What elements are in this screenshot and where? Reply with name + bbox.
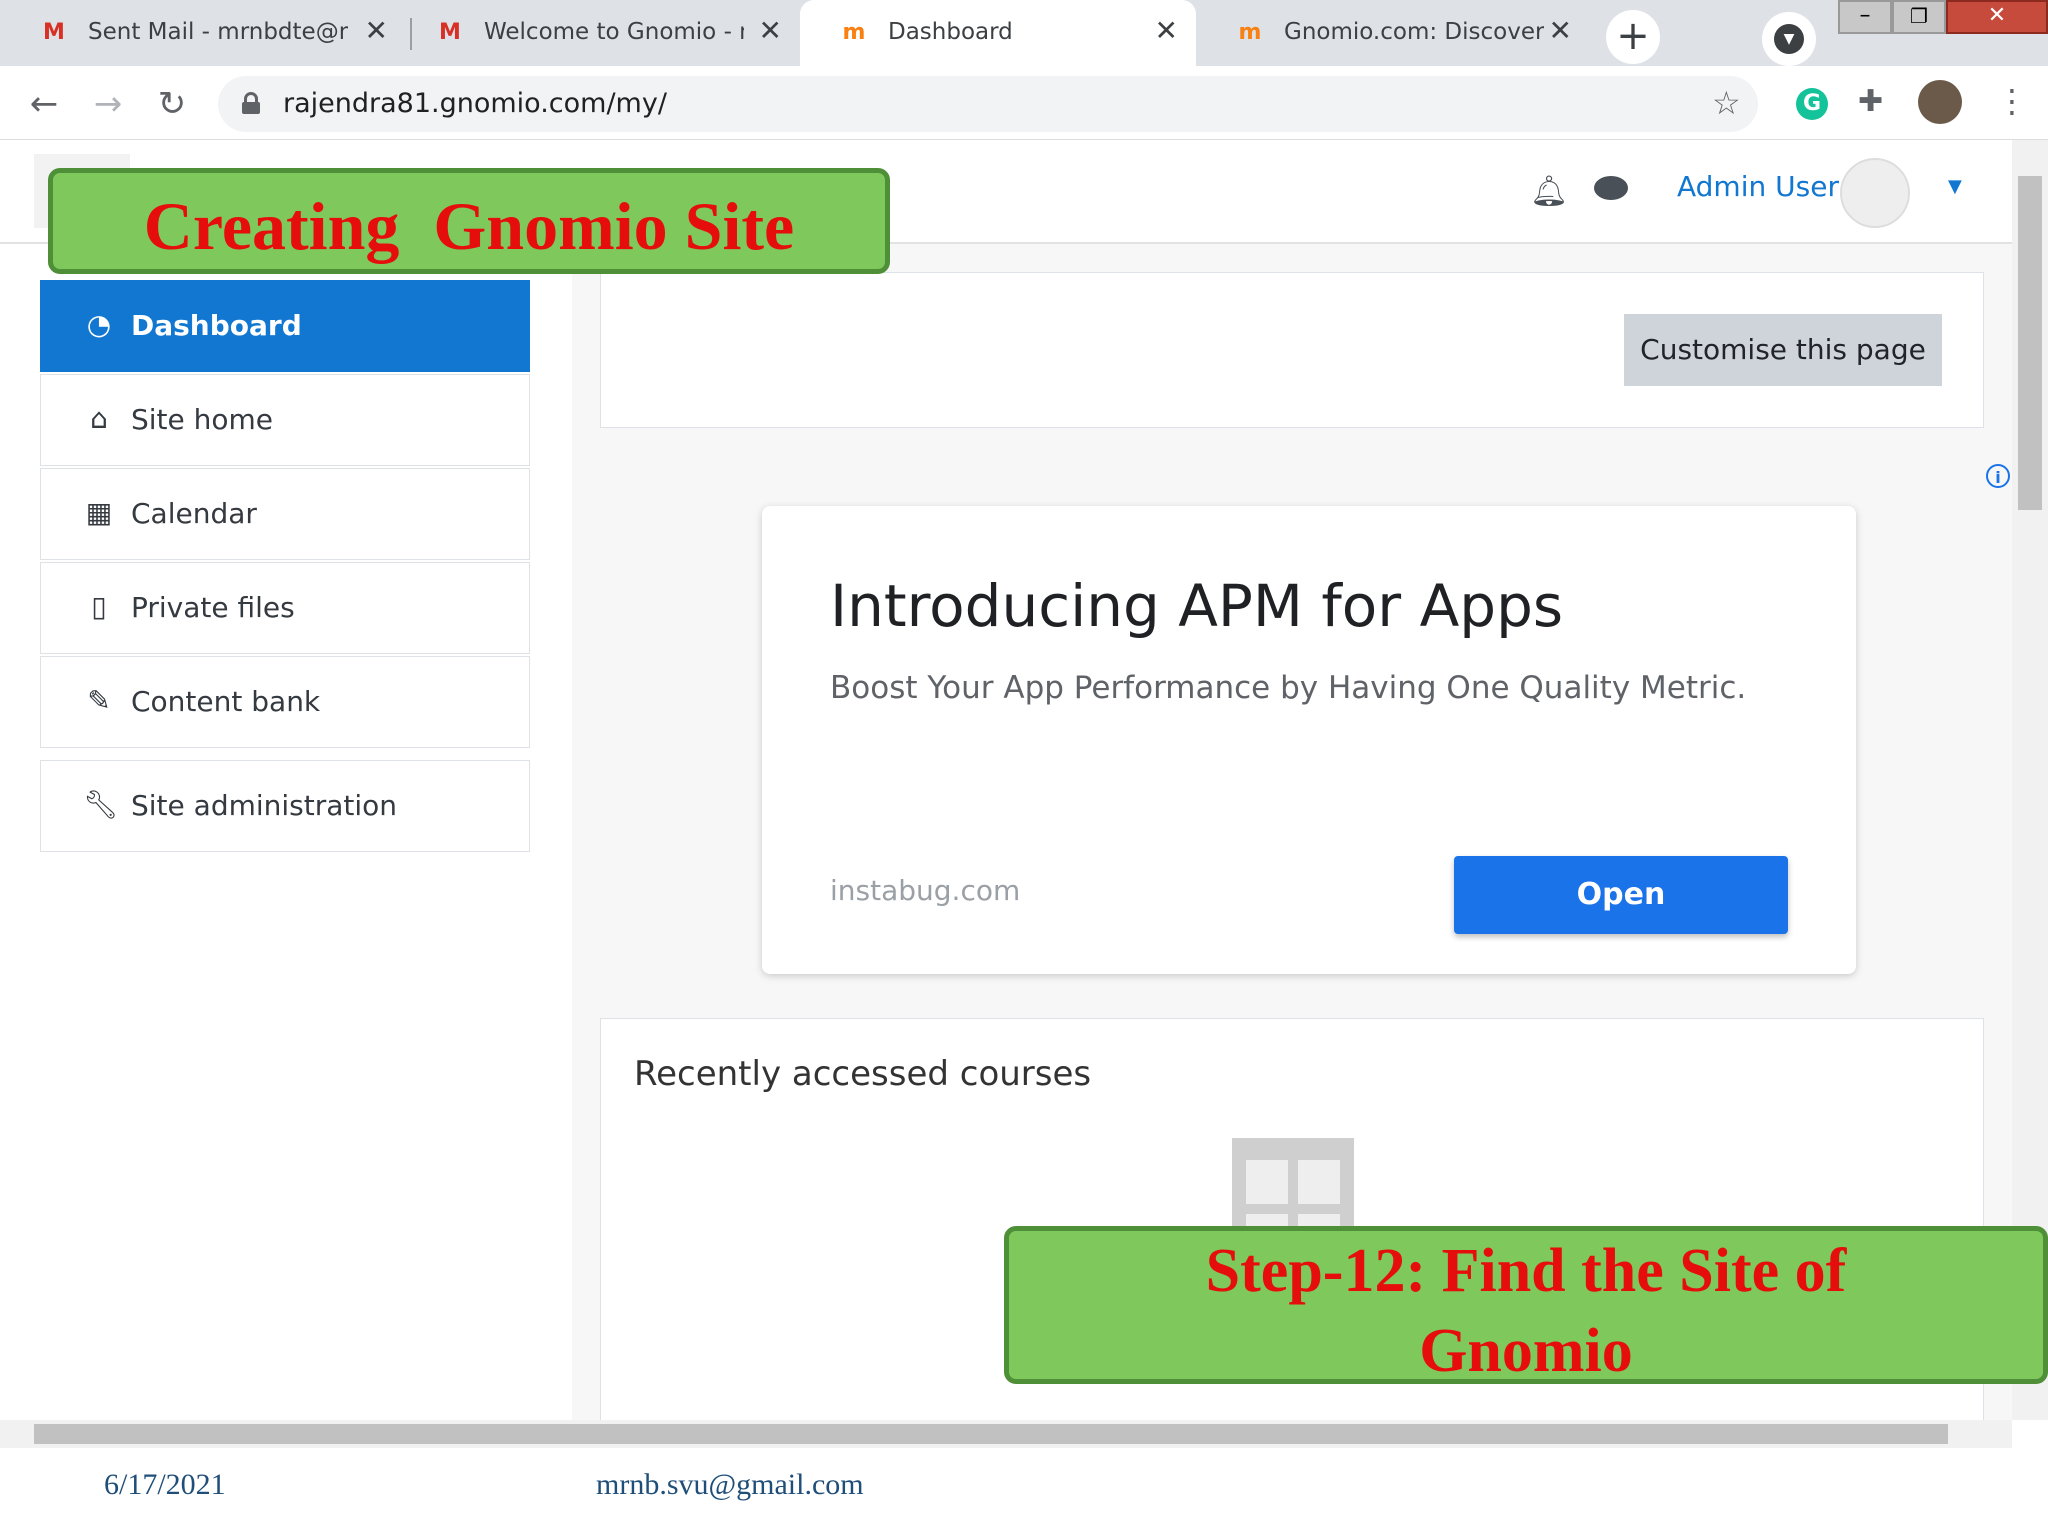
new-tab-button[interactable]: + xyxy=(1606,10,1660,64)
user-menu-caret-icon[interactable]: ▼ xyxy=(1948,176,1962,197)
messages-icon[interactable] xyxy=(1594,176,1628,200)
horizontal-scroll-thumb[interactable] xyxy=(34,1424,1948,1444)
restore-button[interactable]: ❐ xyxy=(1892,0,1946,34)
moodle-icon: m xyxy=(1238,20,1262,45)
nav-item-site-home[interactable]: ⌂ Site home xyxy=(40,374,530,466)
nav-item-dashboard[interactable]: ◔ Dashboard xyxy=(40,280,530,372)
ad-open-button[interactable]: Open xyxy=(1454,856,1788,934)
browser-menu-icon[interactable]: ⋮ xyxy=(1996,82,2028,120)
tab-dashboard[interactable]: m Dashboard ✕ xyxy=(800,0,1196,66)
wrench-icon: 🔧︎ xyxy=(83,788,119,821)
gmail-icon: M xyxy=(439,20,461,45)
close-tab-icon[interactable]: ✕ xyxy=(759,14,782,47)
gmail-icon: M xyxy=(43,20,65,45)
step-callout: Step-12: Find the Site of Gnomio xyxy=(1004,1226,2048,1385)
tab-search-button[interactable]: ▼ xyxy=(1762,12,1816,66)
back-arrow-icon[interactable]: ← xyxy=(22,82,66,126)
ad-subtitle: Boost Your App Performance by Having One… xyxy=(830,670,1747,706)
moodle-icon: m xyxy=(842,20,866,45)
reload-icon[interactable]: ↻ xyxy=(150,82,194,126)
nav-item-site-administration[interactable]: 🔧︎ Site administration xyxy=(40,760,530,852)
close-tab-icon[interactable]: ✕ xyxy=(365,14,388,47)
chevron-down-icon: ▼ xyxy=(1774,24,1804,54)
extensions-puzzle-icon[interactable]: ✚ xyxy=(1858,84,1883,119)
url-text[interactable]: rajendra81.gnomio.com/my/ xyxy=(283,88,667,119)
tab-sent-mail[interactable]: M Sent Mail - mrnbdte@na ✕ xyxy=(0,0,406,66)
customise-page-button[interactable]: Customise this page xyxy=(1624,314,1942,386)
nav-item-calendar[interactable]: ▦ Calendar xyxy=(40,468,530,560)
step-callout-line-2: Gnomio xyxy=(1419,1317,1633,1385)
dashboard-icon: ◔ xyxy=(86,308,112,341)
minimize-button[interactable]: – xyxy=(1838,0,1892,34)
title-callout: Creating Gnomio Site xyxy=(48,168,890,274)
tab-welcome-gnomio[interactable]: M Welcome to Gnomio - m ✕ xyxy=(396,0,800,66)
bookmark-star-icon[interactable]: ☆ xyxy=(1712,84,1741,122)
vertical-scroll-thumb[interactable] xyxy=(2018,176,2042,510)
footer-date: 6/17/2021 xyxy=(104,1468,226,1501)
user-avatar[interactable] xyxy=(1840,158,1910,228)
window-close-button[interactable]: ✕ xyxy=(1946,0,2048,34)
profile-avatar[interactable] xyxy=(1918,80,1962,124)
ad-info-icon[interactable]: i xyxy=(1986,464,2010,488)
home-icon: ⌂ xyxy=(90,402,108,435)
step-callout-line-1: Step-12: Find the Site of xyxy=(1205,1237,1847,1305)
brush-icon: ✎ xyxy=(87,684,111,717)
close-tab-icon[interactable]: ✕ xyxy=(1155,14,1178,47)
tab-gnomio-discover[interactable]: m Gnomio.com: Discover M ✕ xyxy=(1196,0,1590,66)
lock-icon xyxy=(242,92,260,114)
ad-title: Introducing APM for Apps xyxy=(830,572,1564,640)
ad-domain: instabug.com xyxy=(830,874,1021,907)
forward-arrow-icon[interactable]: → xyxy=(86,82,130,126)
recent-courses-title: Recently accessed courses xyxy=(634,1054,1092,1094)
nav-item-private-files[interactable]: ▯ Private files xyxy=(40,562,530,654)
slide-footer xyxy=(0,1448,2048,1536)
grammarly-icon[interactable]: G xyxy=(1796,88,1828,120)
calendar-icon: ▦ xyxy=(85,496,113,529)
notification-bell-icon[interactable]: 🔔︎ xyxy=(1530,174,1568,209)
user-name[interactable]: Admin User xyxy=(1677,170,1839,203)
nav-item-content-bank[interactable]: ✎ Content bank xyxy=(40,656,530,748)
footer-email: mrnb.svu@gmail.com xyxy=(596,1468,864,1501)
file-icon: ▯ xyxy=(91,590,107,623)
close-tab-icon[interactable]: ✕ xyxy=(1549,14,1572,47)
